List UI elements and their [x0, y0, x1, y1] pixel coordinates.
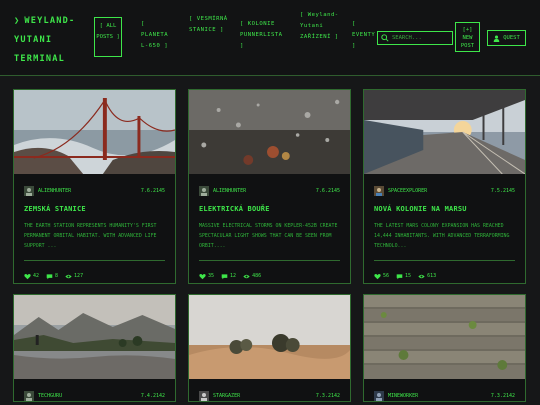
post-card[interactable]: ALIENHUNTER 7.6.2145 ZEMSKÁ STANICE THE … [13, 89, 176, 284]
view-count: 613 [427, 273, 437, 279]
nav-wy-zarizeni[interactable]: [ Weyland-Yutani ZAŘÍZENÍ ] [300, 10, 342, 43]
quest-label: QUEST [503, 35, 520, 41]
post-date: 7.6.2145 [140, 188, 165, 194]
like-stat[interactable]: 35 [199, 269, 214, 283]
post-stats: 35 12 486 [199, 260, 340, 283]
like-count: 42 [33, 273, 40, 279]
view-count: 127 [74, 273, 84, 279]
comment-count: 8 [55, 273, 59, 279]
post-title[interactable]: NOVÁ KOLONIE NA MARSU [374, 205, 515, 213]
author-name[interactable]: TECHGURU [38, 393, 62, 399]
nav-all-posts[interactable]: [ ALL POSTS ] [94, 17, 122, 57]
avatar [374, 186, 384, 196]
comment-stat[interactable]: 15 [396, 269, 411, 283]
post-meta: ALIENHUNTER 7.6.2145 [24, 186, 165, 196]
author-name[interactable]: STARGAZER [213, 393, 240, 399]
avatar [199, 186, 209, 196]
post-excerpt: THE EARTH STATION REPRESENTS HUMANITY'S … [24, 223, 157, 249]
post-meta: STARGAZER 7.3.2142 [199, 391, 340, 401]
comment-stat[interactable]: 12 [221, 269, 236, 283]
post-meta: TECHGURU 7.4.2142 [24, 391, 165, 401]
nav-kolonie[interactable]: [ KOLONIE PUNNERLISTA ] [240, 19, 285, 52]
logo-text: WEYLAND-YUTANI TERMINAL [14, 16, 76, 64]
author-name[interactable]: SPACEEXPLORER [388, 188, 427, 194]
post-stats: 42 8 127 [24, 260, 165, 283]
heart-icon [24, 273, 31, 279]
comment-icon [396, 273, 403, 279]
view-stat: 127 [65, 269, 83, 283]
post-image-desert [189, 295, 350, 379]
post-stats: 56 15 613 [374, 260, 515, 283]
app-logo[interactable]: ❯ WEYLAND-YUTANI TERMINAL [14, 12, 86, 69]
post-date: 7.3.2142 [315, 393, 340, 399]
post-card[interactable]: MINEWORKER 7.3.2142 [363, 294, 526, 402]
avatar [24, 391, 34, 401]
user-icon [493, 35, 500, 42]
heart-icon [199, 273, 206, 279]
author-name[interactable]: ALIENHUNTER [213, 188, 246, 194]
view-stat: 486 [243, 269, 261, 283]
eye-icon [65, 274, 72, 278]
post-card[interactable]: ALIENHUNTER 7.6.2145 ELEKTRICKÁ BOUŘE MA… [188, 89, 351, 284]
post-image-station [364, 90, 525, 174]
post-card[interactable]: TECHGURU 7.4.2142 [13, 294, 176, 402]
like-stat[interactable]: 42 [24, 269, 39, 283]
view-stat: 613 [418, 269, 436, 283]
post-image-bridge [14, 90, 175, 174]
search-input[interactable] [389, 35, 450, 41]
comment-icon [221, 273, 228, 279]
post-date: 7.4.2142 [140, 393, 165, 399]
heart-icon [374, 273, 381, 279]
comment-stat[interactable]: 8 [46, 269, 58, 283]
post-meta: SPACEEXPLORER 7.5.2145 [374, 186, 515, 196]
search-icon [381, 34, 389, 42]
eye-icon [243, 274, 250, 278]
top-header: ❯ WEYLAND-YUTANI TERMINAL [ ALL POSTS ] [… [0, 0, 540, 76]
post-date: 7.6.2145 [315, 188, 340, 194]
post-meta: MINEWORKER 7.3.2142 [374, 391, 515, 401]
post-title[interactable]: ZEMSKÁ STANICE [24, 205, 165, 213]
author-name[interactable]: MINEWORKER [388, 393, 418, 399]
new-post-button[interactable]: [+] NEW POST [455, 22, 480, 52]
post-excerpt: MASSIVE ELECTRICAL STORMS ON KEPLER-452B… [199, 223, 338, 249]
post-image-wood [364, 295, 525, 379]
avatar [199, 391, 209, 401]
view-count: 486 [252, 273, 262, 279]
comment-icon [46, 273, 53, 279]
comment-count: 12 [230, 273, 237, 279]
author-name[interactable]: ALIENHUNTER [38, 188, 71, 194]
search-box[interactable] [377, 31, 453, 45]
like-count: 35 [208, 273, 215, 279]
avatar [24, 186, 34, 196]
quest-button[interactable]: QUEST [487, 30, 526, 46]
post-image-lake [14, 295, 175, 379]
comment-count: 15 [405, 273, 412, 279]
post-card[interactable]: SPACEEXPLORER 7.5.2145 NOVÁ KOLONIE NA M… [363, 89, 526, 284]
chevron-right-icon: ❯ [14, 16, 21, 26]
avatar [374, 391, 384, 401]
post-date: 7.3.2142 [490, 393, 515, 399]
eye-icon [418, 274, 425, 278]
post-title[interactable]: ELEKTRICKÁ BOUŘE [199, 205, 340, 213]
post-meta: ALIENHUNTER 7.6.2145 [199, 186, 340, 196]
nav-eventy[interactable]: [ EVENTY ] [352, 19, 375, 52]
post-date: 7.5.2145 [490, 188, 515, 194]
nav-planeta[interactable]: [ PLANETA L-650 ] [141, 19, 171, 52]
post-card[interactable]: STARGAZER 7.3.2142 [188, 294, 351, 402]
nav-vesmirna-stanice[interactable]: [ VESMÍRNÁ STANICE ] [189, 14, 229, 36]
post-image-rain [189, 90, 350, 174]
post-excerpt: THE LATEST MARS COLONY EXPANSION HAS REA… [374, 223, 510, 249]
like-stat[interactable]: 56 [374, 269, 389, 283]
like-count: 56 [383, 273, 390, 279]
